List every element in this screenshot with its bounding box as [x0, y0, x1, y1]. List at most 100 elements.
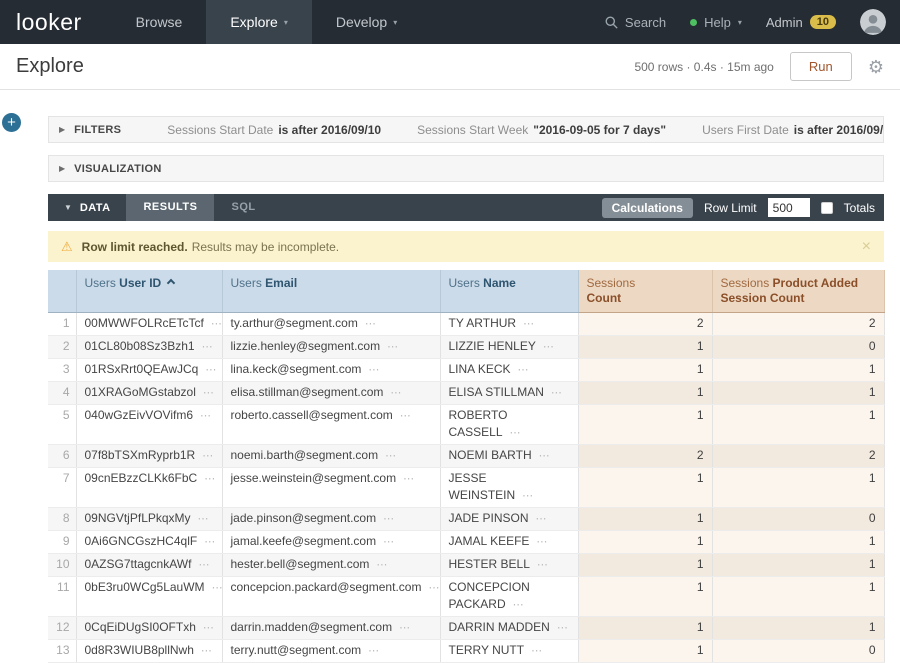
cell-user-id[interactable]: 0Ai6GNCGszHC4qlF⋯ [76, 531, 222, 554]
cell-name[interactable]: ROBERTO CASSELL⋯ [440, 405, 578, 445]
cell-count[interactable]: 1 [578, 336, 712, 359]
data-section-toggle[interactable]: ▼ DATA [48, 202, 126, 214]
calculations-button[interactable]: Calculations [602, 198, 693, 218]
cell-product-added-session-count[interactable]: 0 [712, 640, 884, 663]
help-menu[interactable]: Help ▾ [690, 15, 742, 30]
cell-user-id[interactable]: 07f8bTSXmRyprb1R⋯ [76, 445, 222, 468]
admin-menu[interactable]: Admin 10 [766, 15, 836, 30]
cell-user-id[interactable]: 09cnEBzzCLKk6FbC⋯ [76, 468, 222, 508]
cell-count[interactable]: 1 [578, 640, 712, 663]
cell-product-added-session-count[interactable]: 1 [712, 577, 884, 617]
cell-menu-icon[interactable]: ⋯ [202, 450, 214, 462]
cell-menu-icon[interactable]: ⋯ [400, 410, 412, 422]
cell-menu-icon[interactable]: ⋯ [403, 473, 415, 485]
cell-product-added-session-count[interactable]: 1 [712, 382, 884, 405]
search-button[interactable]: Search [605, 15, 666, 30]
cell-count[interactable]: 1 [578, 554, 712, 577]
cell-product-added-session-count[interactable]: 2 [712, 313, 884, 336]
cell-name[interactable]: CONCEPCION PACKARD⋯ [440, 577, 578, 617]
cell-menu-icon[interactable]: ⋯ [557, 622, 569, 634]
cell-email[interactable]: darrin.madden@segment.com⋯ [222, 617, 440, 640]
cell-product-added-session-count[interactable]: 1 [712, 359, 884, 382]
cell-email[interactable]: concepcion.packard@segment.com⋯ [222, 577, 440, 617]
filter-item[interactable]: Users First Dateis after 2016/09/10 [702, 123, 884, 137]
cell-menu-icon[interactable]: ⋯ [537, 559, 549, 571]
cell-product-added-session-count[interactable]: 1 [712, 468, 884, 508]
cell-email[interactable]: lina.keck@segment.com⋯ [222, 359, 440, 382]
cell-product-added-session-count[interactable]: 1 [712, 405, 884, 445]
cell-count[interactable]: 1 [578, 359, 712, 382]
cell-menu-icon[interactable]: ⋯ [428, 582, 440, 594]
cell-email[interactable]: hester.bell@segment.com⋯ [222, 554, 440, 577]
cell-product-added-session-count[interactable]: 1 [712, 531, 884, 554]
cell-user-id[interactable]: 0bE3ru0WCg5LauWM⋯ [76, 577, 222, 617]
cell-name[interactable]: JESSE WEINSTEIN⋯ [440, 468, 578, 508]
cell-name[interactable]: TERRY NUTT⋯ [440, 640, 578, 663]
cell-menu-icon[interactable]: ⋯ [203, 387, 215, 399]
cell-email[interactable]: jesse.weinstein@segment.com⋯ [222, 468, 440, 508]
cell-email[interactable]: jade.pinson@segment.com⋯ [222, 508, 440, 531]
cell-menu-icon[interactable]: ⋯ [522, 490, 534, 502]
cell-count[interactable]: 1 [578, 577, 712, 617]
cell-menu-icon[interactable]: ⋯ [205, 364, 217, 376]
cell-menu-icon[interactable]: ⋯ [523, 318, 535, 330]
cell-menu-icon[interactable]: ⋯ [385, 450, 397, 462]
cell-menu-icon[interactable]: ⋯ [376, 559, 388, 571]
cell-name[interactable]: DARRIN MADDEN⋯ [440, 617, 578, 640]
cell-name[interactable]: LIZZIE HENLEY⋯ [440, 336, 578, 359]
cell-product-added-session-count[interactable]: 0 [712, 508, 884, 531]
cell-menu-icon[interactable]: ⋯ [201, 645, 213, 657]
cell-menu-icon[interactable]: ⋯ [536, 536, 548, 548]
cell-email[interactable]: elisa.stillman@segment.com⋯ [222, 382, 440, 405]
column-header-email[interactable]: Users Email [222, 270, 440, 313]
cell-menu-icon[interactable]: ⋯ [211, 318, 223, 330]
filter-item[interactable]: Sessions Start Dateis after 2016/09/10 [167, 123, 381, 137]
cell-menu-icon[interactable]: ⋯ [200, 410, 212, 422]
cell-name[interactable]: HESTER BELL⋯ [440, 554, 578, 577]
cell-menu-icon[interactable]: ⋯ [536, 513, 548, 525]
gear-icon[interactable]: ⚙ [868, 58, 884, 76]
cell-count[interactable]: 1 [578, 617, 712, 640]
cell-menu-icon[interactable]: ⋯ [365, 318, 377, 330]
filter-item[interactable]: Sessions Start Week"2016-09-05 for 7 day… [417, 123, 666, 137]
cell-count[interactable]: 1 [578, 405, 712, 445]
cell-menu-icon[interactable]: ⋯ [204, 473, 216, 485]
column-header-product-added-session-count[interactable]: Sessions Product Added Session Count [712, 270, 884, 313]
cell-menu-icon[interactable]: ⋯ [198, 559, 210, 571]
cell-menu-icon[interactable]: ⋯ [202, 341, 214, 353]
cell-menu-icon[interactable]: ⋯ [531, 645, 543, 657]
column-header-count[interactable]: Sessions Count [578, 270, 712, 313]
nav-item-explore[interactable]: Explore▾ [206, 0, 311, 44]
cell-user-id[interactable]: 01RSxRrt0QEAwJCq⋯ [76, 359, 222, 382]
cell-count[interactable]: 1 [578, 508, 712, 531]
close-icon[interactable]: × [862, 239, 871, 255]
cell-menu-icon[interactable]: ⋯ [204, 536, 216, 548]
cell-menu-icon[interactable]: ⋯ [551, 387, 563, 399]
nav-item-browse[interactable]: Browse [112, 0, 207, 44]
cell-user-id[interactable]: 0CqEiDUgSI0OFTxh⋯ [76, 617, 222, 640]
cell-count[interactable]: 1 [578, 468, 712, 508]
cell-menu-icon[interactable]: ⋯ [399, 622, 411, 634]
row-limit-input[interactable] [768, 198, 810, 217]
totals-checkbox[interactable] [821, 202, 833, 214]
cell-menu-icon[interactable]: ⋯ [543, 341, 555, 353]
cell-count[interactable]: 1 [578, 531, 712, 554]
cell-name[interactable]: JAMAL KEEFE⋯ [440, 531, 578, 554]
cell-menu-icon[interactable]: ⋯ [390, 387, 402, 399]
cell-count[interactable]: 1 [578, 382, 712, 405]
cell-menu-icon[interactable]: ⋯ [198, 513, 210, 525]
filters-section-bar[interactable]: ▶ FILTERS Sessions Start Dateis after 20… [48, 116, 884, 143]
cell-user-id[interactable]: 09NGVtjPfLPkqxMy⋯ [76, 508, 222, 531]
tab-results[interactable]: RESULTS [126, 194, 214, 221]
cell-count[interactable]: 2 [578, 313, 712, 336]
cell-user-id[interactable]: 00MWWFOLRcETcTcf⋯ [76, 313, 222, 336]
cell-name[interactable]: LINA KECK⋯ [440, 359, 578, 382]
cell-menu-icon[interactable]: ⋯ [513, 599, 525, 611]
cell-user-id[interactable]: 0AZSG7ttagcnkAWf⋯ [76, 554, 222, 577]
cell-user-id[interactable]: 0d8R3WIUB8pllNwh⋯ [76, 640, 222, 663]
cell-name[interactable]: NOEMI BARTH⋯ [440, 445, 578, 468]
visualization-section-bar[interactable]: ▶ VISUALIZATION [48, 155, 884, 182]
run-button[interactable]: Run [790, 52, 852, 81]
cell-user-id[interactable]: 040wGzEivVOVifm6⋯ [76, 405, 222, 445]
cell-email[interactable]: ty.arthur@segment.com⋯ [222, 313, 440, 336]
